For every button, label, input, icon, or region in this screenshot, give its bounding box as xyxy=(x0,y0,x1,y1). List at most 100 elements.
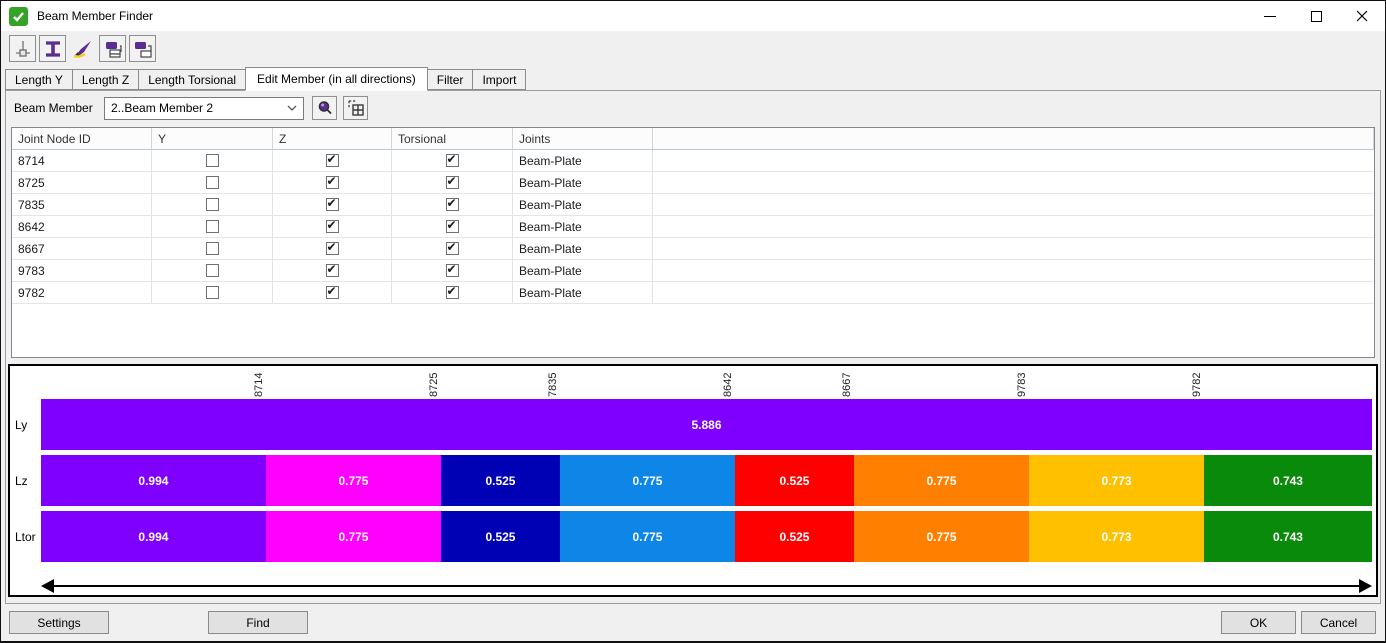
beam-section-tool-button[interactable] xyxy=(39,35,66,62)
total-length-arrow xyxy=(41,579,1372,593)
maximize-button[interactable] xyxy=(1293,1,1339,31)
column-header-y[interactable]: Y xyxy=(152,128,273,149)
table-row[interactable]: 8642Beam-Plate xyxy=(12,216,1374,238)
checkbox-y[interactable] xyxy=(206,154,219,167)
checkbox-torsional[interactable] xyxy=(446,198,459,211)
node-label: 9782 xyxy=(1191,373,1204,397)
y-cell xyxy=(152,194,273,215)
checkbox-z[interactable] xyxy=(326,176,339,189)
checkbox-y[interactable] xyxy=(206,220,219,233)
bar-row-label: Lz xyxy=(10,474,41,488)
column-header-torsional[interactable]: Torsional xyxy=(392,128,513,149)
bar-row-ltor: Ltor0.9940.7750.5250.7750.5250.7750.7730… xyxy=(10,511,1372,562)
app-check-icon xyxy=(9,7,28,26)
beam-member-label: Beam Member xyxy=(14,101,104,115)
filler-cell xyxy=(653,282,1374,303)
bar-segment: 0.994 xyxy=(41,511,266,562)
joints-cell: Beam-Plate xyxy=(513,282,653,303)
grid-body: 8714Beam-Plate8725Beam-Plate7835Beam-Pla… xyxy=(12,150,1374,304)
joints-cell: Beam-Plate xyxy=(513,172,653,193)
close-button[interactable] xyxy=(1339,1,1385,31)
bar-row-ly: Ly5.886 xyxy=(10,399,1372,450)
filler-cell xyxy=(653,172,1374,193)
filler-cell xyxy=(653,216,1374,237)
table-row[interactable]: 9783Beam-Plate xyxy=(12,260,1374,282)
table-row[interactable]: 8714Beam-Plate xyxy=(12,150,1374,172)
bar-segment: 0.773 xyxy=(1029,455,1204,506)
column-header-joints[interactable]: Joints xyxy=(513,128,653,149)
node-label: 7835 xyxy=(547,373,560,397)
table-row[interactable]: 8725Beam-Plate xyxy=(12,172,1374,194)
bar-row-label: Ltor xyxy=(10,530,41,544)
joints-cell: Beam-Plate xyxy=(513,194,653,215)
beam-member-finder-window: Beam Member Finder xyxy=(0,0,1386,643)
checkbox-y[interactable] xyxy=(206,286,219,299)
table-row[interactable]: 7835Beam-Plate xyxy=(12,194,1374,216)
checkbox-y[interactable] xyxy=(206,242,219,255)
brush-tool-button[interactable] xyxy=(69,35,96,62)
checkbox-z[interactable] xyxy=(326,286,339,299)
joint-table: Joint Node IDYZTorsionalJoints 8714Beam-… xyxy=(11,127,1375,358)
z-cell xyxy=(273,260,392,281)
tab-length-z[interactable]: Length Z xyxy=(72,69,139,90)
y-cell xyxy=(152,238,273,259)
tab-import[interactable]: Import xyxy=(472,69,526,90)
checkbox-z[interactable] xyxy=(326,220,339,233)
y-cell xyxy=(152,216,273,237)
cancel-button[interactable]: Cancel xyxy=(1301,611,1376,634)
checkbox-y[interactable] xyxy=(206,198,219,211)
copy-offset-tool-button[interactable] xyxy=(129,35,156,62)
checkbox-z[interactable] xyxy=(326,264,339,277)
bar-segment: 5.886 xyxy=(41,399,1372,450)
grid-header: Joint Node IDYZTorsionalJoints xyxy=(12,128,1374,150)
node-tool-icon xyxy=(12,38,34,60)
tab-edit-member-in-all-directions[interactable]: Edit Member (in all directions) xyxy=(245,67,428,91)
find-button[interactable]: Find xyxy=(208,611,308,634)
checkbox-y[interactable] xyxy=(206,176,219,189)
bar-segment: 0.775 xyxy=(560,511,735,562)
beam-member-select[interactable]: 2..Beam Member 2 xyxy=(104,97,304,120)
checkbox-torsional[interactable] xyxy=(446,154,459,167)
search-button[interactable] xyxy=(312,96,337,120)
checkbox-torsional[interactable] xyxy=(446,286,459,299)
column-header-filler xyxy=(653,128,1374,149)
copy-stack-tool-button[interactable] xyxy=(99,35,126,62)
torsional-cell xyxy=(392,260,513,281)
checkbox-z[interactable] xyxy=(326,242,339,255)
tab-length-y[interactable]: Length Y xyxy=(5,69,73,90)
node-tool-button[interactable] xyxy=(9,35,36,62)
checkbox-torsional[interactable] xyxy=(446,176,459,189)
checkbox-y[interactable] xyxy=(206,264,219,277)
torsional-cell xyxy=(392,150,513,171)
joint-node-id: 8667 xyxy=(12,238,152,259)
checkbox-z[interactable] xyxy=(326,198,339,211)
bar-segment: 0.773 xyxy=(1029,511,1204,562)
checkbox-z[interactable] xyxy=(326,154,339,167)
ok-button[interactable]: OK xyxy=(1221,611,1296,634)
torsional-cell xyxy=(392,194,513,215)
joints-cell: Beam-Plate xyxy=(513,238,653,259)
search-icon xyxy=(316,99,334,117)
tab-filter[interactable]: Filter xyxy=(427,69,474,90)
select-table-button[interactable] xyxy=(343,96,368,120)
bar-row-lz: Lz0.9940.7750.5250.7750.5250.7750.7730.7… xyxy=(10,455,1372,506)
i-beam-icon xyxy=(42,38,64,60)
checkbox-torsional[interactable] xyxy=(446,242,459,255)
bar-segment: 0.743 xyxy=(1204,511,1372,562)
table-row[interactable]: 9782Beam-Plate xyxy=(12,282,1374,304)
tab-length-torsional[interactable]: Length Torsional xyxy=(138,69,246,90)
z-cell xyxy=(273,194,392,215)
tab-bar: Length YLength ZLength TorsionalEdit Mem… xyxy=(1,66,1385,90)
table-row[interactable]: 8667 Beam-Plate xyxy=(12,238,1374,260)
torsional-cell xyxy=(392,282,513,303)
column-header-joint-node-id[interactable]: Joint Node ID xyxy=(12,128,152,149)
z-cell xyxy=(273,172,392,193)
checkbox-torsional[interactable] xyxy=(446,220,459,233)
settings-button[interactable]: Settings xyxy=(9,611,109,634)
column-header-z[interactable]: Z xyxy=(273,128,392,149)
beam-diagram: 8714872578358642866797839782 Ly5.886Lz0.… xyxy=(8,364,1378,597)
joint-node-id: 9783 xyxy=(12,260,152,281)
torsional-cell xyxy=(392,216,513,237)
checkbox-torsional[interactable] xyxy=(446,264,459,277)
minimize-button[interactable] xyxy=(1247,1,1293,31)
